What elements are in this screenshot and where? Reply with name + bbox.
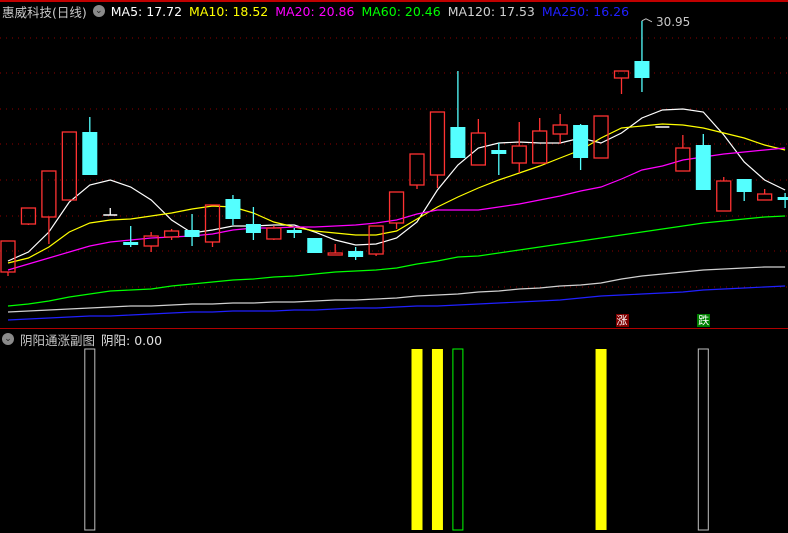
- candle: [123, 226, 139, 247]
- candle-body: [593, 115, 609, 159]
- candle-body: [613, 70, 630, 79]
- candle: [184, 214, 200, 246]
- candle-body: [777, 197, 788, 200]
- candle-body: [61, 131, 77, 201]
- candle-body: [82, 132, 98, 175]
- sub-chart-value: 阴阳: 0.00: [101, 332, 163, 348]
- sub-chart-title: 阴阳通涨副图: [20, 332, 96, 348]
- candle: [573, 124, 589, 170]
- kline-chart[interactable]: 30.95: [0, 0, 788, 533]
- candle-body: [695, 145, 711, 190]
- candle-body: [286, 230, 302, 233]
- chevron-down-icon[interactable]: ⌄: [2, 333, 14, 345]
- signal-bar: [595, 349, 607, 530]
- candle: [163, 229, 180, 240]
- candle: [266, 226, 282, 240]
- candle-body: [409, 153, 425, 186]
- candle: [450, 71, 466, 158]
- candle: [736, 179, 752, 201]
- ma-line-ma250: [7, 285, 786, 321]
- ma-line-ma20: [7, 147, 786, 271]
- candle: [695, 134, 711, 190]
- candle: [429, 111, 446, 188]
- candle-body: [307, 238, 323, 253]
- candle: [593, 115, 609, 159]
- candle-body: [450, 127, 466, 158]
- candle: [511, 122, 527, 173]
- candle-body: [225, 199, 241, 219]
- candle-body: [184, 230, 200, 237]
- candle: [409, 153, 425, 189]
- signal-bar: [431, 349, 443, 530]
- candle: [61, 131, 77, 201]
- candle: [368, 225, 384, 256]
- candle-body: [123, 242, 139, 245]
- ma-label-ma120: MA120: 17.53: [447, 3, 535, 19]
- candle: [613, 70, 630, 94]
- candle-body: [573, 125, 589, 158]
- candle: [103, 208, 118, 216]
- candle-body: [41, 170, 57, 218]
- candle-body: [470, 132, 487, 166]
- candle: [757, 189, 773, 201]
- candle-body: [163, 230, 180, 238]
- candle-body: [0, 240, 16, 273]
- candle: [532, 118, 548, 164]
- stock-title: 惠威科技(日线): [2, 4, 87, 20]
- candle-body: [245, 224, 261, 233]
- signal-bar: [411, 349, 423, 530]
- candle-body: [348, 251, 364, 257]
- ma-line-ma5: [7, 108, 786, 262]
- candle-body: [511, 145, 527, 164]
- candle-body: [716, 180, 732, 212]
- high-price-label: 30.95: [656, 15, 690, 29]
- candle: [41, 170, 57, 244]
- candle-body: [552, 124, 568, 135]
- ma-label-ma20: MA20: 20.86: [275, 3, 355, 19]
- candle: [82, 117, 98, 175]
- signal-bar: [697, 348, 709, 531]
- candle-body: [266, 227, 282, 240]
- fall-signal-badge: 跌: [697, 314, 711, 327]
- candle: [491, 143, 507, 175]
- ma-label-ma5: MA5: 17.72: [110, 3, 183, 19]
- candle: [470, 119, 487, 166]
- candle-body: [491, 150, 507, 154]
- signal-bar: [452, 348, 464, 531]
- candle: [204, 204, 221, 247]
- candle-body: [20, 207, 37, 225]
- candle: [20, 207, 37, 225]
- sub-chart-header: ⌄ 阴阳通涨副图 阴阳: 0.00: [2, 330, 162, 348]
- candle-body: [204, 204, 221, 243]
- ma-label-ma10: MA10: 18.52: [189, 3, 269, 19]
- candle: [348, 247, 364, 260]
- candle: [225, 195, 241, 225]
- candle-body: [736, 179, 752, 192]
- rise-signal-badge: 涨: [615, 314, 629, 327]
- candle-body: [327, 252, 343, 256]
- candle-body: [757, 193, 773, 201]
- candle-body: [634, 61, 650, 78]
- candle: [634, 20, 650, 92]
- high-pointer-icon: [641, 18, 653, 23]
- ma-label-ma60: MA60: 20.46: [361, 3, 441, 19]
- candle: [286, 228, 302, 238]
- candle: [388, 191, 405, 229]
- candle: [716, 177, 732, 212]
- candle: [143, 232, 159, 252]
- candle-body: [532, 130, 548, 164]
- chevron-down-icon[interactable]: ⌄: [92, 5, 105, 17]
- ma-line-ma120: [7, 266, 786, 313]
- candle: [552, 114, 568, 144]
- ma-label-ma250: MA250: 16.26: [541, 3, 630, 19]
- main-chart-header: 惠威科技(日线) ⌄ MA5: 17.72 MA10: 18.52 MA20: 20…: [2, 2, 633, 20]
- signal-bar: [84, 348, 96, 531]
- candle-body: [368, 225, 384, 255]
- candle: [307, 238, 323, 253]
- candle: [327, 244, 343, 256]
- candle: [777, 193, 788, 208]
- ma-legend: MA5: 17.72 MA10: 18.52 MA20: 20.86 MA60: 20…: [111, 4, 633, 19]
- candle: [675, 135, 691, 172]
